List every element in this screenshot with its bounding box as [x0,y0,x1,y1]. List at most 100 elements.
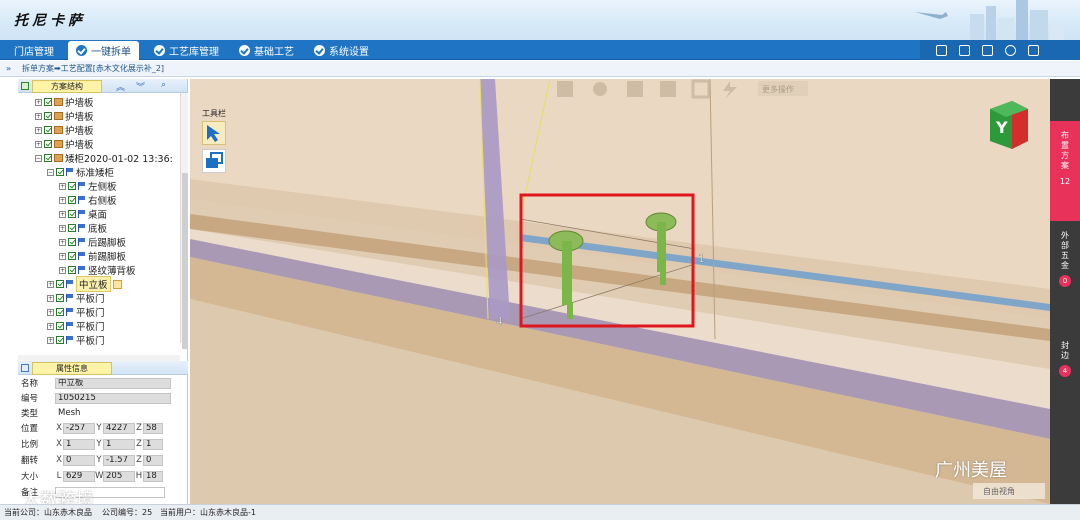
tree-node[interactable]: + 右侧板 [59,193,117,207]
checkbox[interactable] [56,280,64,288]
pos-x-field[interactable]: -257 [63,422,95,434]
tree-node[interactable]: + 左侧板 [59,179,117,193]
tree-node[interactable]: + 桌面 [59,207,107,221]
monitor-icon[interactable] [936,44,947,56]
pointer-tool[interactable] [202,121,226,145]
save-icon[interactable] [557,81,573,97]
expand-icon[interactable]: + [59,224,66,232]
tab-edge-banding[interactable]: 封边 4 [1050,341,1080,391]
tab-external-hardware[interactable]: 外部五金 0 [1050,231,1080,306]
tree-node[interactable]: + 竖纹薄背板 [59,263,136,277]
expand-icon[interactable]: + [35,112,42,120]
size-w-field[interactable]: 205 [103,470,135,482]
nav-craft-library[interactable]: 工艺库管理 [146,41,227,60]
expand-icon[interactable]: + [59,196,66,204]
rot-y-field[interactable]: -1.57 [103,454,135,466]
expand-icon[interactable]: + [59,252,66,260]
nav-basic-craft[interactable]: 基础工艺 [231,41,302,60]
checkbox[interactable] [44,126,52,134]
tree-node-label: 前踢脚板 [88,252,127,263]
expand-icon[interactable]: + [47,322,54,330]
expand-icon[interactable]: + [47,336,54,344]
id-field[interactable]: 1050215 [55,392,171,404]
tree-tab[interactable]: 方案结构 [32,80,102,93]
nav-store-management[interactable]: 门店管理 [6,41,62,60]
scroll-thumb[interactable] [182,173,188,349]
tree-node[interactable]: + 护墙板 [35,95,94,109]
collapse-icon[interactable]: − [35,154,42,162]
calendar-icon[interactable] [959,44,970,56]
tree-node[interactable]: − 标准矮柜 [47,165,114,179]
checkbox[interactable] [56,322,64,330]
expand-icon[interactable]: + [35,126,42,134]
edit-icon[interactable] [112,279,122,289]
search-icon[interactable]: ⌕ [161,80,166,90]
expand-icon[interactable]: + [59,266,66,274]
3d-viewport[interactable]: 1 4 更多操作 Y 自由视角 [190,79,1050,504]
properties-tab[interactable]: 属性信息 [32,362,112,375]
checkbox[interactable] [56,308,64,316]
checkbox[interactable] [68,224,76,232]
cube-icon[interactable] [627,81,643,97]
expand-icon[interactable]: + [59,210,66,218]
checkbox[interactable] [68,196,76,204]
checkbox[interactable] [68,238,76,246]
tree-node[interactable]: + 护墙板 [35,123,94,137]
user-icon[interactable] [982,44,993,56]
target-icon[interactable] [593,82,607,96]
tree-node[interactable]: + 平板门 [47,291,105,305]
tree-node-selected[interactable]: + 中立板 [47,276,122,292]
expand-icon[interactable]: + [35,98,42,106]
scale-x-field[interactable]: 1 [63,438,95,450]
tree-node[interactable]: + 平板门 [47,333,105,347]
checkbox[interactable] [68,266,76,274]
checkbox[interactable] [56,294,64,302]
tree-node[interactable]: + 底板 [59,221,107,235]
window-tool[interactable] [202,149,226,173]
tree-node[interactable]: + 护墙板 [35,109,94,123]
view-cube[interactable]: Y [990,101,1028,149]
checkbox[interactable] [56,336,64,344]
collapse-toggle[interactable]: » [6,61,11,77]
nav-system-settings[interactable]: 系统设置 [306,41,377,60]
tree-node[interactable]: + 平板门 [47,319,105,333]
size-l-field[interactable]: 629 [63,470,95,482]
pos-y-field[interactable]: 4227 [103,422,135,434]
expand-icon[interactable]: + [59,182,66,190]
rot-z-field[interactable]: 0 [143,454,163,466]
gear-icon[interactable] [1005,44,1016,56]
checkbox[interactable] [44,112,52,120]
tree-node[interactable]: + 平板门 [47,305,105,319]
checkbox[interactable] [44,98,52,106]
checkbox[interactable] [68,252,76,260]
nav-one-click-split[interactable]: 一键拆单 [68,41,139,60]
expand-icon[interactable]: + [47,294,54,302]
expand-down-icon[interactable]: ︾ [136,80,145,93]
checkbox[interactable] [68,210,76,218]
breadcrumb-text[interactable]: 拆单方案➡工艺配置[赤木文化展示补_2] [22,61,164,77]
expand-icon[interactable]: + [47,280,54,288]
checkbox[interactable] [44,140,52,148]
expand-icon[interactable]: + [47,308,54,316]
rot-x-field[interactable]: 0 [63,454,95,466]
checkbox[interactable] [68,182,76,190]
expand-up-icon[interactable]: ︽ [116,80,125,93]
checkbox[interactable] [44,154,52,162]
tree-node[interactable]: + 后踢脚板 [59,235,126,249]
name-field[interactable]: 中立板 [55,377,171,389]
pos-z-field[interactable]: 58 [143,422,163,434]
checkbox[interactable] [56,168,64,176]
expand-icon[interactable]: + [35,140,42,148]
scale-y-field[interactable]: 1 [103,438,135,450]
tree-node[interactable]: − 矮柜2020-01-02 13:36: [35,151,173,165]
layers-icon[interactable] [660,81,676,97]
tab-layout-plan[interactable]: 布置方案 12 [1050,121,1080,221]
logout-icon[interactable] [1028,44,1039,56]
expand-icon[interactable]: + [59,238,66,246]
tree-node[interactable]: + 前踢脚板 [59,249,126,263]
collapse-icon[interactable]: − [47,168,54,176]
tree-scrollbar[interactable] [180,93,188,349]
scale-z-field[interactable]: 1 [143,438,163,450]
size-h-field[interactable]: 18 [143,470,163,482]
tree-node[interactable]: + 护墙板 [35,137,94,151]
